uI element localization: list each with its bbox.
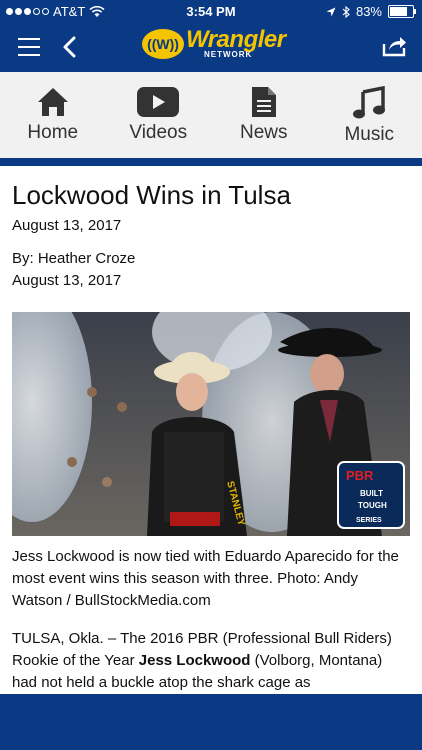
article-body: TULSA, Okla. – The 2016 PBR (Professiona… [12, 628, 410, 694]
byline-date: August 13, 2017 [12, 272, 122, 289]
rodeo-photo-image: STANLEY PBR BUILT TOUGH SERIES [12, 312, 410, 536]
article-date: August 13, 2017 [12, 217, 122, 234]
pbr-badge-text: PBR [346, 468, 374, 483]
tab-bar: Home Videos News Music [0, 72, 422, 158]
tab-bar-divider [0, 158, 422, 166]
tab-videos[interactable]: Videos [106, 72, 212, 158]
pbr-badge-series: SERIES [356, 517, 382, 524]
logo-word: Wrangler [186, 26, 286, 53]
tab-home[interactable]: Home [0, 72, 106, 158]
tab-music[interactable]: Music [317, 72, 422, 158]
top-bar: AT&T 3:54 PM 83% ((W)) Wrangler NETWORK [0, 0, 422, 72]
tab-label-videos: Videos [129, 122, 188, 143]
photo-caption: Jess Lockwood is now tied with Eduardo A… [12, 548, 399, 609]
home-icon [37, 88, 68, 116]
author-name: By: Heather Croze [12, 250, 136, 267]
tab-news[interactable]: News [211, 72, 317, 158]
location-arrow-icon [326, 7, 336, 16]
status-bar: AT&T 3:54 PM 83% [0, 0, 422, 24]
pbr-badge-tough: TOUGH [358, 501, 387, 510]
battery-percent: 83% [355, 4, 382, 19]
bluetooth-icon [342, 5, 350, 18]
menu-icon[interactable] [18, 38, 40, 56]
article-title: Lockwood Wins in Tulsa [12, 180, 291, 210]
article-photo[interactable]: STANLEY PBR BUILT TOUGH SERIES [12, 312, 410, 536]
battery-icon [388, 5, 416, 18]
tab-label-home: Home [27, 122, 79, 143]
tab-label-news: News [239, 122, 288, 143]
back-chevron-icon[interactable] [62, 36, 76, 58]
bottom-banner[interactable] [0, 694, 422, 750]
pbr-badge-built: BUILT [360, 489, 383, 498]
logo-badge: ((W)) [142, 28, 184, 59]
music-note-icon [353, 86, 386, 119]
article-byline: By: Heather Croze August 13, 2017 [12, 248, 410, 292]
status-right: 83% [326, 4, 416, 19]
share-icon[interactable] [382, 35, 408, 57]
article-header: Lockwood Wins in Tulsa August 13, 2017 B… [12, 180, 410, 292]
app-header: ((W)) Wrangler NETWORK [0, 24, 422, 72]
tab-label-music: Music [344, 124, 395, 145]
document-icon [251, 87, 276, 117]
wrangler-network-logo: ((W)) Wrangler NETWORK [142, 28, 286, 59]
rider-name: Jess Lockwood [138, 652, 251, 669]
play-icon [137, 87, 180, 117]
